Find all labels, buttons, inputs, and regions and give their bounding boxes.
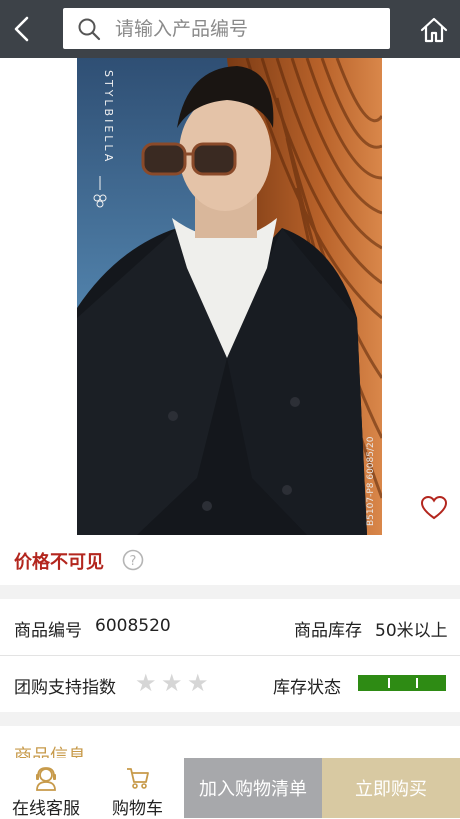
heart-icon <box>420 495 448 520</box>
favorite-button[interactable] <box>420 495 448 521</box>
svg-text:?: ? <box>130 554 137 569</box>
stock-status-bar <box>358 675 446 691</box>
bottom-action-bar: 在线客服 购物车 加入购物清单 立即购买 <box>0 758 460 819</box>
divider <box>0 712 460 726</box>
star-icon: ★ <box>161 669 183 697</box>
price-row: 价格不可见 ? <box>0 540 460 582</box>
cart-label: 购物车 <box>112 799 163 819</box>
product-code-row: 商品编号 6008520 商品库存 50米以上 <box>0 599 460 656</box>
home-icon <box>420 17 448 43</box>
brand-logo-text: STYLBIELLA <box>102 70 115 164</box>
star-icon: ★ <box>187 669 209 697</box>
help-icon[interactable]: ? <box>122 549 144 571</box>
product-code-value: 6008520 <box>95 616 171 636</box>
star-icon: ★ <box>135 669 157 697</box>
customer-service-button[interactable]: 在线客服 <box>0 758 92 819</box>
group-buy-label: 团购支持指数 <box>14 678 116 698</box>
stock-status-label: 库存状态 <box>273 678 341 698</box>
customer-service-label: 在线客服 <box>12 799 80 819</box>
buy-now-button[interactable]: 立即购买 <box>322 758 460 818</box>
group-buy-row: 团购支持指数 ★ ★ ★ 库存状态 <box>0 656 460 712</box>
back-button[interactable] <box>8 12 38 46</box>
image-code-text: B5107-P8 60085/20 <box>366 436 376 526</box>
top-bar <box>0 0 460 58</box>
cart-button[interactable]: 购物车 <box>92 758 184 819</box>
customer-service-icon <box>36 767 56 791</box>
price-text: 价格不可见 <box>14 552 104 573</box>
product-code-label: 商品编号 <box>14 621 82 641</box>
product-image: STYLBIELLA B5107-P8 60085/20 <box>77 58 382 535</box>
shopping-cart-icon <box>127 768 149 789</box>
divider <box>0 585 460 599</box>
stock-label: 商品库存 <box>294 621 362 641</box>
search-icon <box>78 18 101 41</box>
chevron-left-icon <box>14 16 29 42</box>
home-button[interactable] <box>418 14 450 46</box>
stock-value: 50米以上 <box>375 621 448 641</box>
search-box[interactable] <box>63 8 390 49</box>
add-to-list-button[interactable]: 加入购物清单 <box>184 758 322 818</box>
search-input[interactable] <box>115 8 380 49</box>
